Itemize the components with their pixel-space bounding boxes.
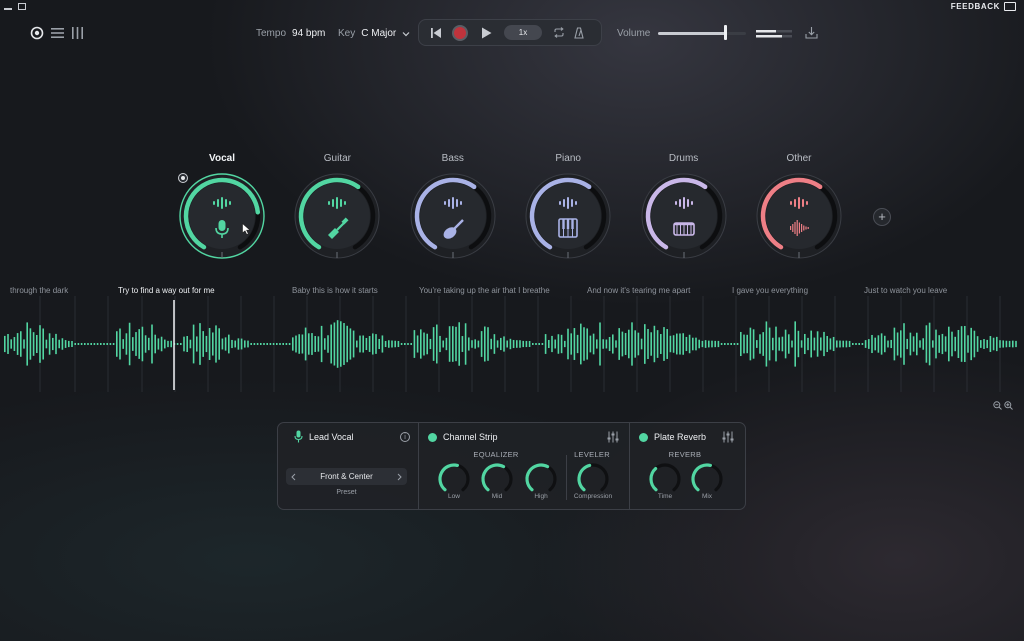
play-button[interactable]	[475, 27, 497, 39]
feedback-button[interactable]: FEEDBACK	[951, 2, 1016, 11]
logo-icon[interactable]	[30, 26, 44, 40]
reverb-time-knob[interactable]	[648, 462, 682, 496]
stem-label-vocal: Vocal	[209, 153, 235, 164]
channel-strip-header: Channel Strip	[428, 432, 498, 442]
playback-speed-button[interactable]: 1x	[504, 25, 542, 40]
eq-mid-knob[interactable]	[480, 462, 514, 496]
lyric-line[interactable]: Just to watch you leave	[864, 286, 947, 295]
lyric-line[interactable]: I gave you everything	[732, 286, 808, 295]
tempo-label: Tempo	[256, 28, 287, 39]
track-header: Lead Vocal	[294, 430, 354, 443]
stem-knob-other[interactable]	[755, 172, 843, 260]
lyric-line[interactable]: Baby this is how it starts	[292, 286, 378, 295]
list-view-icon[interactable]	[51, 27, 64, 39]
key-selector[interactable]: Key C Major	[338, 28, 410, 39]
lyric-line[interactable]: Try to find a way out for me	[118, 286, 215, 295]
reverb-header: Plate Reverb	[639, 432, 706, 442]
skip-back-button[interactable]	[427, 27, 445, 39]
reverb-settings-icon[interactable]	[722, 431, 734, 443]
reverb-label: REVERB	[668, 450, 702, 459]
view-switcher	[30, 26, 84, 40]
reverb-toggle[interactable]	[639, 432, 648, 442]
stem-knob-bass[interactable]	[409, 172, 497, 260]
stem-knob-piano[interactable]	[524, 172, 612, 260]
export-icon[interactable]	[805, 26, 818, 39]
lyric-line[interactable]: through the dark	[10, 286, 68, 295]
window-controls	[4, 2, 26, 10]
track-name: Lead Vocal	[309, 431, 354, 442]
reverb-title: Plate Reverb	[654, 432, 707, 442]
speed-control: 1x	[497, 25, 549, 40]
zoom-out-icon[interactable]	[993, 401, 1002, 410]
panel-divider	[418, 422, 419, 510]
stem-knob-guitar[interactable]	[293, 172, 381, 260]
eq-high-label: High	[534, 493, 548, 500]
level-meter-icon	[756, 30, 792, 38]
solo-toggle[interactable]	[178, 173, 188, 183]
volume-slider-thumb[interactable]	[724, 25, 727, 40]
volume-fill	[658, 32, 727, 35]
tempo-control[interactable]: Tempo 94 bpm	[256, 28, 325, 39]
microphone-icon	[294, 430, 303, 443]
mouse-cursor-icon	[242, 223, 251, 235]
skip-back-icon	[431, 27, 441, 38]
metronome-button[interactable]	[569, 26, 589, 39]
eq-mid-label: Mid	[491, 493, 503, 500]
feedback-icon	[1004, 2, 1016, 11]
stem-label-other: Other	[786, 153, 812, 164]
chevron-right-icon[interactable]	[397, 473, 402, 481]
section-divider	[566, 455, 567, 500]
transport-bar: 1x	[418, 19, 602, 46]
stem-label-bass: Bass	[441, 153, 464, 164]
key-label: Key	[338, 28, 356, 39]
info-icon[interactable]: i	[400, 432, 410, 442]
loop-icon	[554, 27, 564, 38]
channel-strip-title: Channel Strip	[443, 432, 498, 442]
drum-icon	[672, 222, 695, 236]
reverb-time-label: Time	[657, 493, 673, 500]
record-icon	[452, 24, 468, 41]
zoom-in-icon[interactable]	[1004, 401, 1013, 410]
volume-label: Volume	[617, 28, 651, 39]
columns-view-icon[interactable]	[71, 27, 84, 39]
stem-label-drums: Drums	[668, 153, 699, 164]
key-value: C Major	[361, 28, 397, 39]
chevron-left-icon[interactable]	[291, 473, 296, 481]
channel-strip-settings-icon[interactable]	[607, 431, 619, 443]
lyric-line[interactable]: And now it's tearing me apart	[587, 286, 690, 295]
stem-knob-vocal[interactable]	[178, 172, 266, 260]
feedback-label: FEEDBACK	[950, 2, 1000, 11]
eq-high-knob[interactable]	[524, 462, 558, 496]
record-button[interactable]	[445, 24, 475, 41]
vocal-waveform[interactable]	[0, 296, 1024, 392]
play-icon	[481, 27, 491, 38]
preset-label: Preset	[336, 489, 357, 496]
zoom-controls	[993, 401, 1013, 410]
panel-divider	[629, 422, 630, 510]
preset-selector[interactable]: Front & Center	[286, 468, 407, 485]
chevron-down-icon	[402, 31, 410, 36]
leveler-label: LEVELER	[574, 450, 610, 459]
maximize-icon[interactable]	[18, 2, 26, 10]
preset-value: Front & Center	[320, 472, 373, 481]
tempo-value: 94 bpm	[292, 28, 326, 39]
eq-low-knob[interactable]	[437, 462, 471, 496]
metronome-icon	[574, 26, 584, 39]
reverb-mix-knob[interactable]	[690, 462, 724, 496]
lyric-line[interactable]: You're taking up the air that I breathe	[419, 286, 550, 295]
stem-label-guitar: Guitar	[323, 153, 351, 164]
reverb-mix-label: Mix	[701, 493, 713, 500]
add-stem-button[interactable]: +	[873, 208, 891, 226]
channel-strip-toggle[interactable]	[428, 432, 437, 442]
minimize-icon[interactable]	[4, 8, 12, 10]
equalizer-label: EQUALIZER	[473, 450, 519, 459]
stem-knob-drums[interactable]	[640, 172, 728, 260]
compression-label: Compression	[573, 493, 613, 500]
eq-low-label: Low	[448, 493, 460, 500]
compression-knob[interactable]	[576, 462, 610, 496]
loop-button[interactable]	[549, 27, 569, 38]
stem-label-piano: Piano	[555, 153, 581, 164]
volume-slider[interactable]	[658, 32, 746, 35]
